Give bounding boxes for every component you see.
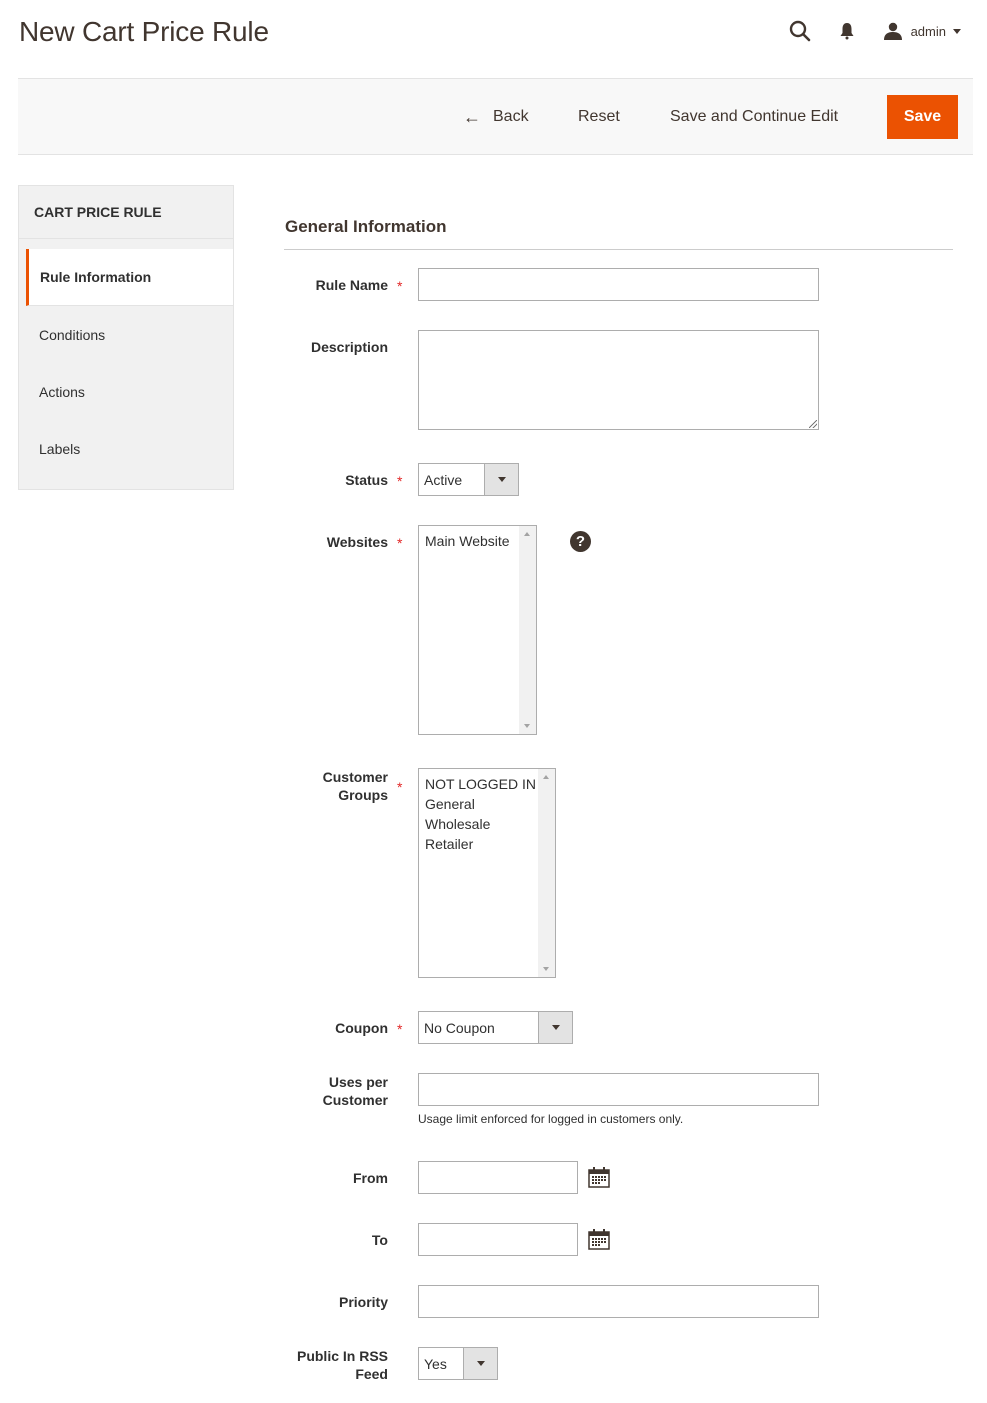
customer-group-option[interactable]: General <box>425 794 538 814</box>
save-and-continue-button[interactable]: Save and Continue Edit <box>670 95 838 139</box>
help-icon[interactable]: ? <box>570 531 591 552</box>
chevron-down-icon <box>476 1361 485 1366</box>
customer-group-option[interactable]: NOT LOGGED IN <box>425 774 538 794</box>
from-date-input[interactable] <box>418 1161 578 1194</box>
save-button[interactable]: Save <box>887 95 958 139</box>
to-label: To <box>371 1232 388 1248</box>
page-actions-bar: ← Back Reset Save and Continue Edit Save <box>18 78 973 155</box>
scrollbar[interactable] <box>519 526 536 734</box>
header-actions: admin <box>789 16 961 46</box>
chevron-down-icon <box>953 28 961 34</box>
section-divider <box>284 249 953 250</box>
priority-label: Priority <box>338 1294 388 1310</box>
back-button[interactable]: ← Back <box>463 95 529 139</box>
websites-option[interactable]: Main Website <box>425 531 519 551</box>
chevron-down-icon <box>551 1025 560 1030</box>
required-marker: * <box>397 278 403 294</box>
sidebar-nav: Rule Information Conditions Actions Labe… <box>19 249 233 477</box>
uses-per-customer-input[interactable] <box>418 1073 819 1106</box>
section-title: General Information <box>285 217 447 236</box>
back-label: Back <box>493 108 529 125</box>
scroll-down-icon[interactable] <box>524 724 530 728</box>
public-in-rss-label-line2: Feed <box>355 1366 388 1382</box>
priority-input[interactable] <box>418 1285 819 1318</box>
required-marker: * <box>397 473 403 489</box>
page-title: New Cart Price Rule <box>19 16 269 47</box>
sidebar-item-labels[interactable]: Labels <box>19 420 233 477</box>
uses-per-customer-label: Uses per Customer <box>278 1073 388 1109</box>
scroll-up-icon[interactable] <box>543 775 549 779</box>
status-label: Status <box>345 472 388 488</box>
sidebar-item-conditions[interactable]: Conditions <box>19 306 233 363</box>
public-in-rss-label: Public In RSS Feed <box>278 1347 388 1383</box>
coupon-value: No Coupon <box>424 1019 495 1036</box>
coupon-select[interactable]: No Coupon <box>418 1011 573 1044</box>
dropdown-button <box>484 464 518 495</box>
websites-label: Websites <box>326 534 388 550</box>
required-marker: * <box>397 779 403 795</box>
customer-groups-label: Customer Groups <box>278 768 388 804</box>
uses-per-customer-note: Usage limit enforced for logged in custo… <box>418 1112 684 1126</box>
customer-groups-label-line1: Customer <box>322 769 388 785</box>
sidebar-item-actions[interactable]: Actions <box>19 363 233 420</box>
websites-multiselect[interactable]: Main Website <box>418 525 537 735</box>
required-marker: * <box>397 535 403 551</box>
reset-button[interactable]: Reset <box>578 95 620 139</box>
search-icon[interactable] <box>789 20 811 42</box>
dropdown-button <box>463 1348 497 1379</box>
chevron-down-icon <box>497 477 506 482</box>
public-in-rss-value: Yes <box>424 1355 447 1372</box>
rule-name-input[interactable] <box>418 268 819 301</box>
to-date-input[interactable] <box>418 1223 578 1256</box>
scrollbar[interactable] <box>538 769 555 977</box>
customer-groups-multiselect[interactable]: NOT LOGGED IN General Wholesale Retailer <box>418 768 556 978</box>
description-label: Description <box>310 339 388 355</box>
resize-handle[interactable] <box>809 420 817 428</box>
scroll-down-icon[interactable] <box>543 967 549 971</box>
calendar-icon[interactable] <box>588 1166 610 1188</box>
user-icon <box>883 22 902 40</box>
user-name: admin <box>910 23 946 39</box>
customer-group-option[interactable]: Retailer <box>425 834 538 854</box>
bell-icon[interactable] <box>839 22 855 40</box>
scroll-up-icon[interactable] <box>524 532 530 536</box>
status-value: Active <box>424 471 463 488</box>
sidebar: CART PRICE RULE Rule Information Conditi… <box>18 185 234 490</box>
uses-per-customer-label-line2: Customer <box>322 1092 388 1108</box>
rule-name-label: Rule Name <box>315 277 388 293</box>
uses-per-customer-label-line1: Uses per <box>328 1074 388 1090</box>
public-in-rss-select[interactable]: Yes <box>418 1347 498 1380</box>
required-marker: * <box>397 1021 403 1037</box>
sidebar-item-rule-information[interactable]: Rule Information <box>26 249 233 306</box>
customer-groups-label-line2: Groups <box>338 787 388 803</box>
public-in-rss-label-line1: Public In RSS <box>296 1348 388 1364</box>
dropdown-button <box>538 1012 572 1043</box>
customer-group-option[interactable]: Wholesale <box>425 814 538 834</box>
arrow-left-icon: ← <box>463 106 481 127</box>
sidebar-title: CART PRICE RULE <box>19 186 233 239</box>
from-label: From <box>353 1170 388 1186</box>
user-menu[interactable]: admin <box>883 22 961 40</box>
calendar-icon[interactable] <box>588 1228 610 1250</box>
description-textarea[interactable] <box>418 330 819 430</box>
status-select[interactable]: Active <box>418 463 519 496</box>
coupon-label: Coupon <box>335 1020 388 1036</box>
